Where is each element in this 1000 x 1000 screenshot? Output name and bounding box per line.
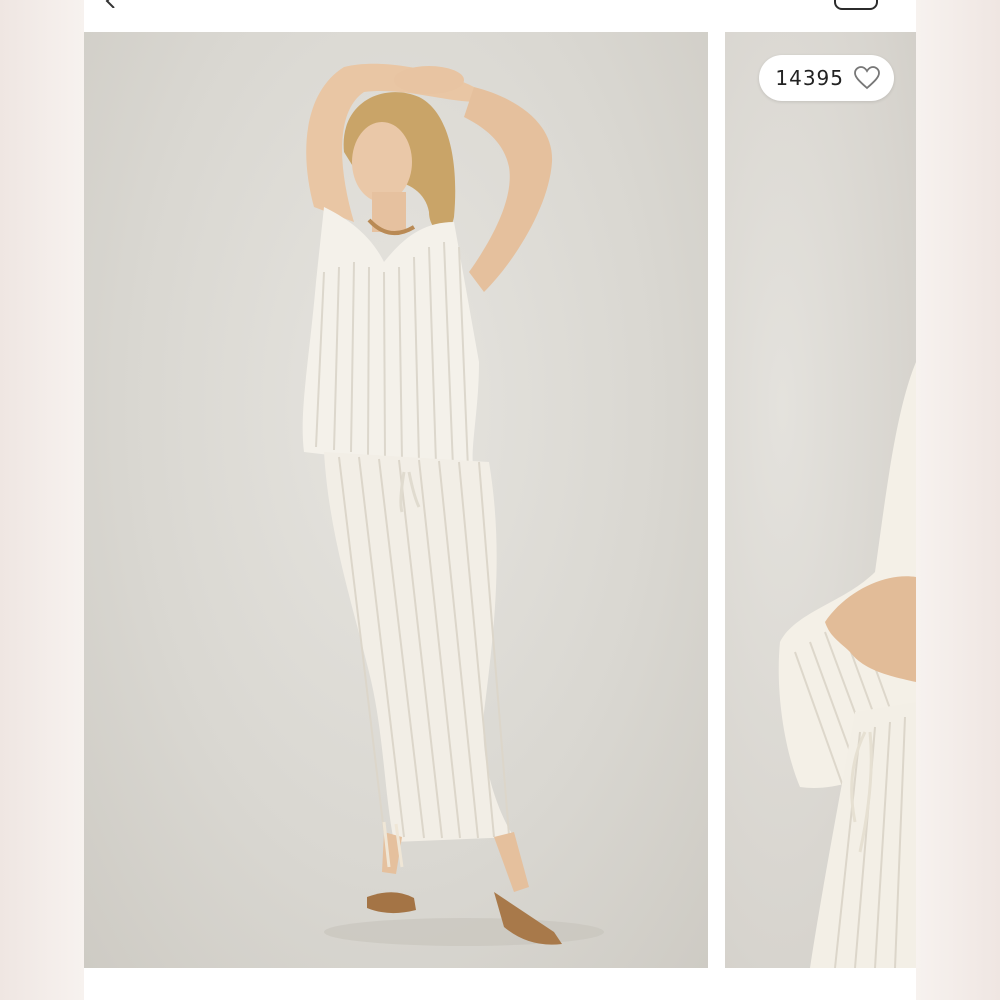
photo-carousel[interactable]: 14395: [84, 32, 916, 968]
heart-outline-icon: [854, 66, 880, 90]
listing-view: 14395: [84, 0, 916, 1000]
model-photo: [302, 63, 604, 946]
like-button[interactable]: 14395: [759, 55, 894, 101]
chevron-left-icon[interactable]: [104, 0, 118, 8]
detail-photo: [778, 362, 916, 968]
top-bar: [84, 0, 916, 32]
listing-photo-main[interactable]: [84, 32, 708, 968]
listing-photo-next[interactable]: 14395: [725, 32, 916, 968]
listing-details-start: [84, 968, 916, 1000]
screen: 14395: [0, 0, 1000, 1000]
like-count: 14395: [775, 66, 844, 90]
top-action-button[interactable]: [834, 0, 878, 10]
